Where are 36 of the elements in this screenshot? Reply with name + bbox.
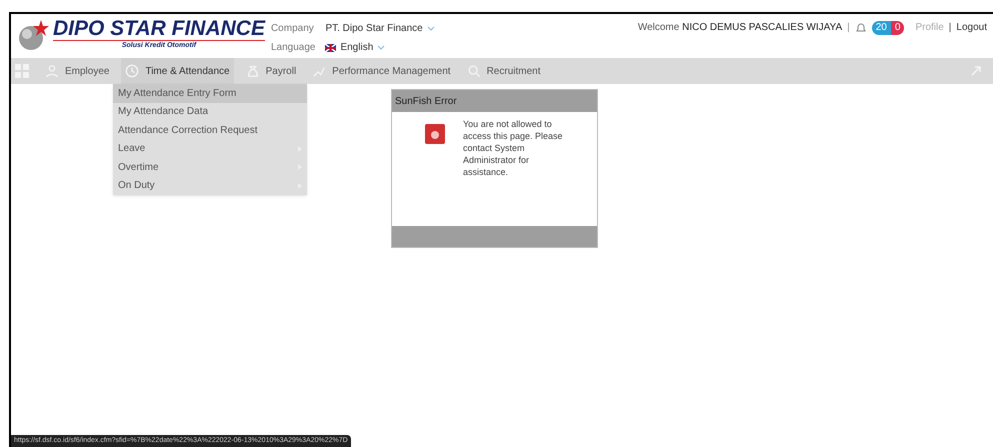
menu-item[interactable]: My Attendance Data: [113, 102, 307, 121]
nav-tab[interactable]: Recruitment: [462, 58, 544, 84]
error-message: You are not allowed to access this page. Please contact System Administrator for assistance.: [463, 118, 563, 178]
person-icon: [45, 64, 59, 78]
menu-item[interactable]: On Duty: [113, 176, 307, 195]
menu-item[interactable]: My Attendance Entry Form: [113, 84, 307, 102]
language-dropdown[interactable]: English: [325, 40, 435, 55]
welcome-text: Welcome NICO DEMUS PASCALIES WIJAYA: [638, 21, 842, 35]
chevron-down-icon: [426, 26, 435, 31]
nav-tab[interactable]: Performance Management: [308, 58, 455, 84]
company-dropdown[interactable]: PT. Dipo Star Finance: [325, 21, 435, 36]
search-icon: [466, 64, 481, 78]
menu-item[interactable]: Leave: [113, 140, 307, 158]
language-label: Language: [270, 41, 316, 55]
money-bag-icon: [246, 64, 260, 78]
error-icon: [425, 124, 445, 144]
dialog-title: SunFish Error: [395, 94, 457, 108]
logout-link[interactable]: Logout: [956, 20, 987, 35]
grid-icon[interactable]: [15, 64, 29, 78]
separator: |: [948, 21, 952, 35]
notification-badge[interactable]: 20: [872, 20, 891, 34]
chevron-down-icon: [377, 45, 386, 50]
nav-tab[interactable]: Employee: [41, 58, 114, 84]
menu-item[interactable]: Overtime: [113, 158, 307, 176]
nav-tab[interactable]: Time & Attendance: [121, 58, 234, 84]
bell-icon[interactable]: [854, 22, 867, 34]
menu-item[interactable]: Attendance Correction Request: [113, 121, 307, 140]
clock-icon: [125, 64, 140, 78]
nav-tab[interactable]: Payroll: [242, 58, 300, 84]
alert-badge[interactable]: 0: [890, 20, 904, 34]
chart-icon: [312, 64, 326, 78]
share-icon[interactable]: [969, 64, 983, 78]
flag-icon: [325, 44, 336, 52]
company-label: Company: [270, 22, 315, 36]
separator: |: [847, 21, 850, 35]
logo-title: DIPO STAR FINANCE: [53, 18, 265, 40]
